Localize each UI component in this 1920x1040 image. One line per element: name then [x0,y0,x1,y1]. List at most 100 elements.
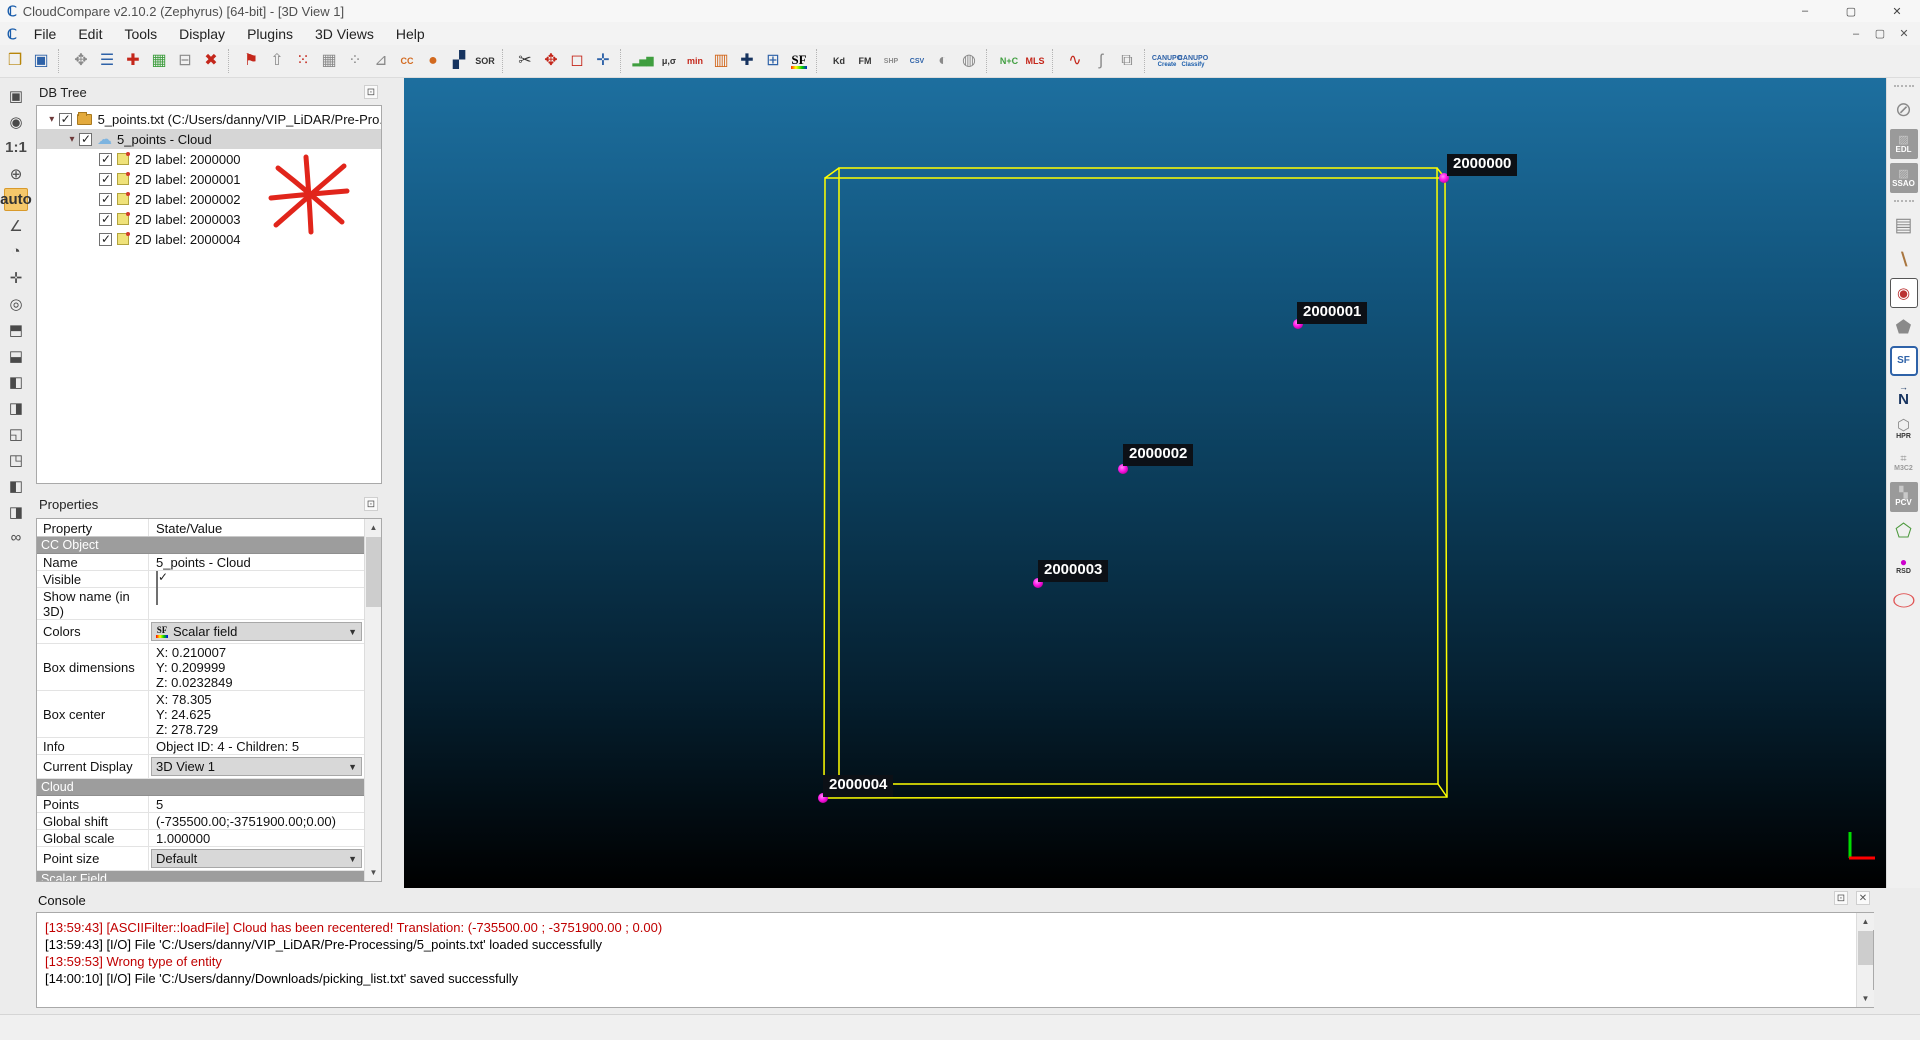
screenshot-camera-icon[interactable]: ◉ [4,110,28,133]
cc-align-icon[interactable]: CC [394,48,420,74]
scrollbar-thumb[interactable] [1858,931,1873,965]
close-panel-icon[interactable]: ✕ [1856,891,1870,905]
toolbar-handle[interactable] [1893,85,1914,91]
view-back-icon[interactable]: ◨ [4,396,28,419]
checkbox[interactable] [99,232,112,246]
menu-tools[interactable]: Tools [113,22,168,45]
point-label-2000003[interactable]: 2000003 [1038,560,1109,582]
menu-edit[interactable]: Edit [67,22,113,45]
point-label-2000000[interactable]: 2000000 [1447,154,1518,176]
fov-icon[interactable]: ∠ [4,214,28,237]
delete-icon[interactable]: ✖ [198,48,224,74]
scroll-up-icon[interactable]: ▲ [1857,913,1874,930]
zoom-1-1-icon[interactable]: 1:1 [4,136,28,159]
canupo-classify-icon[interactable]: CANUPO Classify [1178,48,1208,74]
pivot-visibility-icon[interactable]: ✛ [4,266,28,289]
animation-icon[interactable]: ▤ [1890,210,1918,240]
point-size-dropdown[interactable]: Default ▼ [151,849,362,868]
checkbox[interactable] [99,152,112,166]
mdi-minimize-button[interactable]: – [1844,22,1868,45]
show-sf-icon[interactable]: SF [786,48,812,74]
point-list-picking-icon[interactable]: ⇧ [264,48,290,74]
tree-item-file[interactable]: ▾ 5_points.txt (C:/Users/danny/VIP_LiDAR… [37,109,381,129]
normals-plus-colors-icon[interactable]: N+C [996,48,1022,74]
properties-scrollbar[interactable]: ▲ ▼ [364,519,381,881]
translate-rotate-icon[interactable]: ✥ [538,48,564,74]
shield-icon[interactable]: ⬟ [1890,312,1918,342]
gl-filter-disable-icon[interactable]: ⊘ [1890,95,1918,125]
view-right-icon[interactable]: ◳ [4,448,28,471]
compass-icon[interactable]: ◉ [1889,278,1918,308]
mdi-close-button[interactable]: ✕ [1892,22,1916,45]
display-settings-icon[interactable]: ▣ [4,84,28,107]
normals-arrow-icon[interactable]: → N [1890,380,1918,410]
stereo-view-icon[interactable]: ∞ [4,526,28,549]
minimize-button[interactable]: – [1782,0,1828,22]
sf-arithmetic-icon[interactable]: ✚ [734,48,760,74]
csf-filter-icon[interactable]: SF [1889,346,1918,376]
view-front-icon[interactable]: ◧ [4,370,28,393]
save-icon[interactable]: ▣ [28,48,54,74]
float-panel-icon[interactable]: ⊡ [364,497,378,511]
view-bottom-icon[interactable]: ⬓ [4,344,28,367]
pcv-icon[interactable]: ▚ PCV [1889,482,1918,512]
properties-list-icon[interactable]: ☰ [94,48,120,74]
expander-icon[interactable]: ▾ [45,114,59,125]
mls-icon[interactable]: MLS [1022,48,1048,74]
colors-dropdown[interactable]: SF Scalar field ▼ [151,622,362,641]
shp-file-icon[interactable]: SHP [878,48,904,74]
rsd-icon[interactable]: ● RSD [1890,550,1918,580]
add-scalar-field-icon[interactable]: ✚ [120,48,146,74]
tree-item-label[interactable]: 2D label: 2000003 [37,209,381,229]
polyline-trace-icon[interactable]: ∿ [1062,48,1088,74]
canupo-create-icon[interactable]: CANUPO Create [1152,48,1182,74]
kd-tree-icon[interactable]: Kd [826,48,852,74]
facets-icon[interactable]: ⬠ [1890,516,1918,546]
current-display-dropdown[interactable]: 3D View 1 ▼ [151,757,362,776]
menu-help[interactable]: Help [385,22,436,45]
sphere-icon[interactable]: ◐ [930,48,956,74]
ellipse-tool-icon[interactable]: ◯ [1890,584,1918,614]
csv-file-icon[interactable]: CSV [904,48,930,74]
toolbar-handle[interactable] [1893,200,1914,206]
auto-pick-center-toggle[interactable]: auto [0,188,32,211]
float-panel-icon[interactable]: ⊡ [1834,891,1848,905]
segment-scissors-icon[interactable]: ✂ [512,48,538,74]
checkbox[interactable] [79,132,92,146]
view-top-icon[interactable]: ⬒ [4,318,28,341]
3d-viewport[interactable]: 2000000 2000001 2000002 2000003 2000004 [404,78,1886,888]
spline-fit-icon[interactable]: ʃ [1088,48,1114,74]
min-max-sf-icon[interactable]: min [682,48,708,74]
open-icon[interactable]: ❒ [2,48,28,74]
console-scrollbar[interactable]: ▲ ▼ [1856,913,1874,1007]
mdi-child-icon[interactable]: ℂ [7,27,17,41]
calculator-icon[interactable]: ⊞ [760,48,786,74]
view-back-camera-icon[interactable]: ◨ [4,500,28,523]
apply-transformation-icon[interactable]: ✥ [68,48,94,74]
compute-mesh-icon[interactable]: ▦ [316,48,342,74]
point-picking-icon[interactable]: ⚑ [238,48,264,74]
clone-icon[interactable]: ⊟ [172,48,198,74]
tree-item-label[interactable]: 2D label: 2000004 [37,229,381,249]
checkbox[interactable] [99,172,112,186]
global-zoom-icon[interactable]: ⊕ [4,162,28,185]
histogram-icon[interactable]: ▂▅▇ [630,48,656,74]
float-panel-icon[interactable]: ⊡ [364,85,378,99]
statistics-icon[interactable]: μ,σ [656,48,682,74]
edl-filter-icon[interactable]: ▨ EDL [1889,129,1918,159]
fm-registration-icon[interactable]: FM [852,48,878,74]
hpr-icon[interactable]: ⬡ HPR [1890,414,1918,444]
zoom-magnifier-icon[interactable]: ◎ [4,292,28,315]
checkbox[interactable] [58,112,72,126]
menu-file[interactable]: File [23,22,68,45]
app-icon[interactable]: ℂ [7,4,17,18]
checkbox[interactable] [99,192,112,206]
menu-plugins[interactable]: Plugins [236,22,304,45]
cross-section-icon[interactable]: ◻ [564,48,590,74]
bubble-view-icon[interactable]: ◔ [4,240,28,263]
menu-display[interactable]: Display [168,22,236,45]
close-button[interactable]: ✕ [1874,0,1920,22]
color-checker-icon[interactable]: ▞ [446,48,472,74]
view-front-camera-icon[interactable]: ◧ [4,474,28,497]
point-label-2000001[interactable]: 2000001 [1297,302,1368,324]
